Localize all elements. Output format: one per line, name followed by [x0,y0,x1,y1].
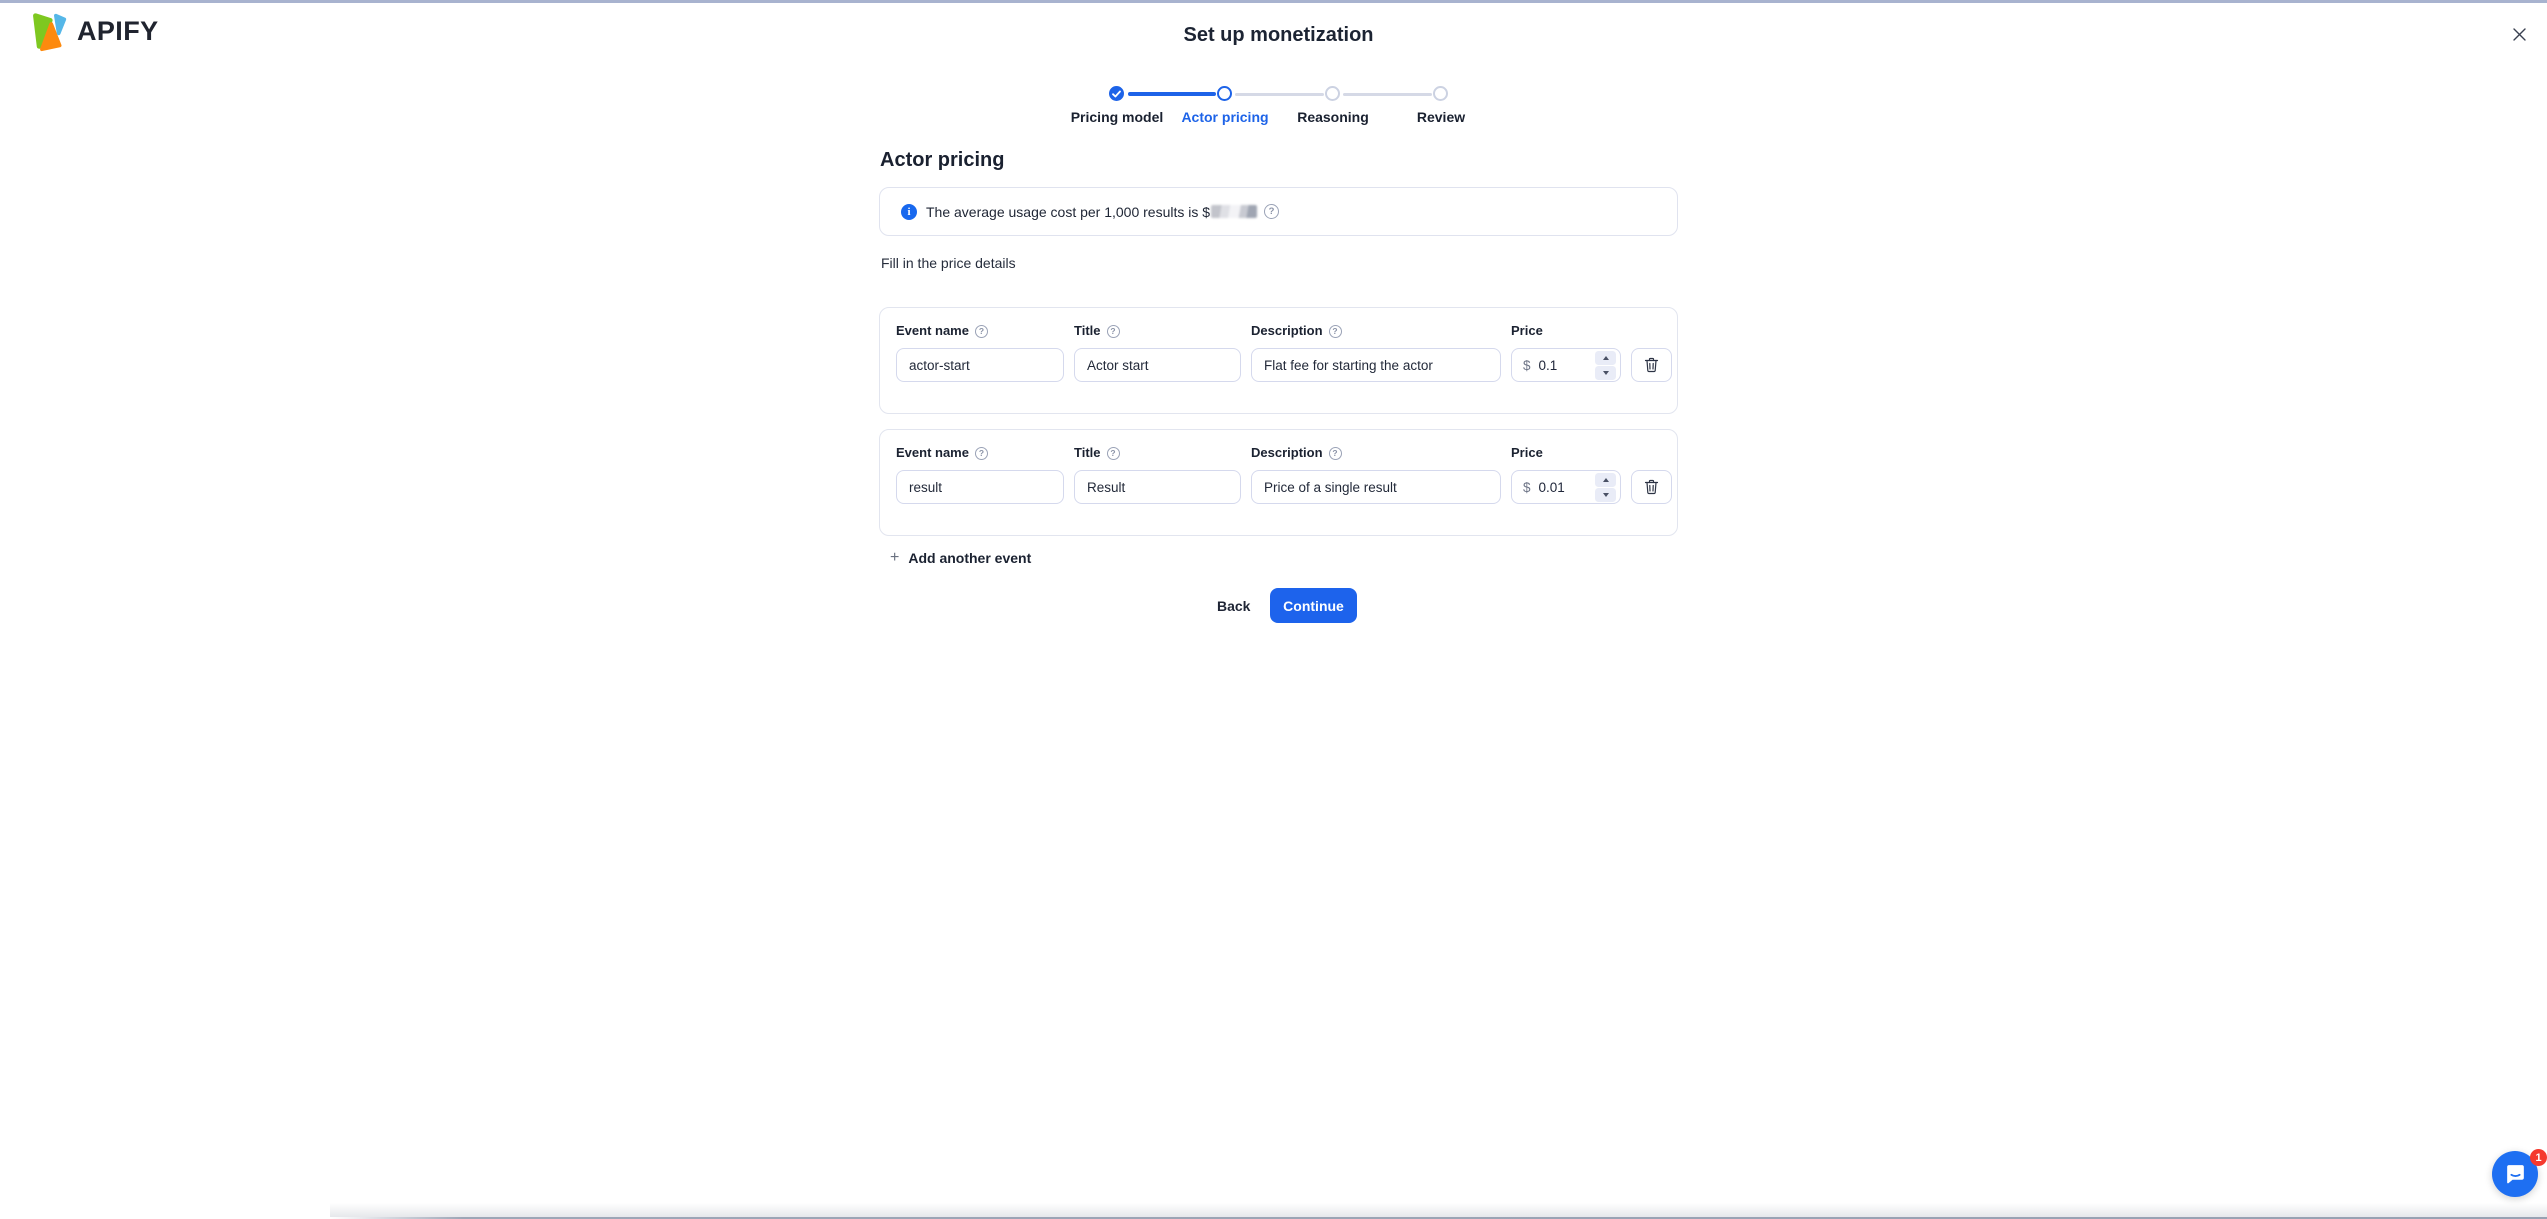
apify-wordmark: APIFY [77,16,159,47]
apify-logo: APIFY [27,11,159,52]
event-name-input[interactable] [896,470,1064,504]
close-icon [2512,27,2527,42]
price-stepper [1595,473,1616,502]
field-label-text: Event name [896,445,969,461]
help-icon[interactable]: ? [975,447,988,460]
add-another-event-button[interactable]: + Add another event [890,550,1031,566]
help-icon[interactable]: ? [1329,325,1342,338]
field-event-name: Event name ? [896,445,1064,535]
price-input[interactable] [1539,480,1579,495]
event-card: Event name ? Title ? Description ? [879,429,1678,536]
field-label-text: Price [1511,323,1543,339]
field-description: Description ? [1251,445,1501,535]
chat-bubble-icon [2503,1162,2528,1187]
chat-launcher-button[interactable]: 1 [2492,1151,2538,1197]
field-price: Price $ [1511,445,1621,535]
field-label: Price [1511,445,1621,461]
close-button[interactable] [2506,21,2532,47]
field-label: Description ? [1251,445,1501,461]
field-title: Title ? [1074,323,1241,413]
price-stepper [1595,351,1616,380]
info-icon: i [901,204,917,220]
field-label: Event name ? [896,445,1064,461]
field-label-text: Event name [896,323,969,339]
currency-symbol: $ [1523,358,1531,373]
help-icon[interactable]: ? [1329,447,1342,460]
field-description: Description ? [1251,323,1501,413]
delete-event-wrap [1631,323,1672,413]
trash-icon [1644,357,1659,373]
price-input-group: $ [1511,348,1621,382]
currency-symbol: $ [1523,480,1531,495]
apify-logo-icon [27,11,68,52]
spinner-down-button[interactable] [1595,366,1616,380]
setup-monetization-dialog: APIFY Set up monetization Pricing model … [0,0,2547,1219]
title-input[interactable] [1074,470,1241,504]
field-label: Price [1511,323,1621,339]
event-card: Event name ? Title ? Description ? [879,307,1678,414]
description-input[interactable] [1251,348,1501,382]
content-column: Actor pricing i The average usage cost p… [879,0,1678,1219]
field-label-text: Description [1251,445,1323,461]
field-title: Title ? [1074,445,1241,535]
event-name-input[interactable] [896,348,1064,382]
help-icon[interactable]: ? [1107,325,1120,338]
field-event-name: Event name ? [896,323,1064,413]
field-label: Title ? [1074,445,1241,461]
help-icon[interactable]: ? [1107,447,1120,460]
spinner-down-icon [1603,371,1609,375]
help-icon[interactable]: ? [1264,204,1279,219]
intro-text: Fill in the price details [881,255,1016,271]
spinner-up-button[interactable] [1595,473,1616,487]
spinner-up-icon [1603,478,1609,482]
field-label-text: Description [1251,323,1323,339]
back-button[interactable]: Back [1209,588,1258,623]
price-input[interactable] [1539,358,1579,373]
field-label: Description ? [1251,323,1501,339]
field-label-text: Title [1074,445,1101,461]
field-price: Price $ [1511,323,1621,413]
plus-icon: + [890,550,899,566]
field-label-text: Price [1511,445,1543,461]
delete-event-wrap [1631,445,1672,535]
price-input-group: $ [1511,470,1621,504]
field-label: Event name ? [896,323,1064,339]
section-heading: Actor pricing [880,149,1004,172]
title-input[interactable] [1074,348,1241,382]
description-input[interactable] [1251,470,1501,504]
help-icon[interactable]: ? [975,325,988,338]
spinner-down-icon [1603,493,1609,497]
usage-cost-banner: i The average usage cost per 1,000 resul… [879,187,1678,236]
delete-event-button[interactable] [1631,470,1672,504]
chat-unread-badge: 1 [2530,1149,2547,1166]
spinner-up-icon [1603,356,1609,360]
spinner-down-button[interactable] [1595,488,1616,502]
banner-text: The average usage cost per 1,000 results… [926,204,1210,220]
field-label: Title ? [1074,323,1241,339]
trash-icon [1644,479,1659,495]
spinner-up-button[interactable] [1595,351,1616,365]
add-event-label: Add another event [908,550,1031,566]
redacted-value [1211,205,1257,218]
continue-button[interactable]: Continue [1270,588,1357,623]
field-label-text: Title [1074,323,1101,339]
delete-event-button[interactable] [1631,348,1672,382]
